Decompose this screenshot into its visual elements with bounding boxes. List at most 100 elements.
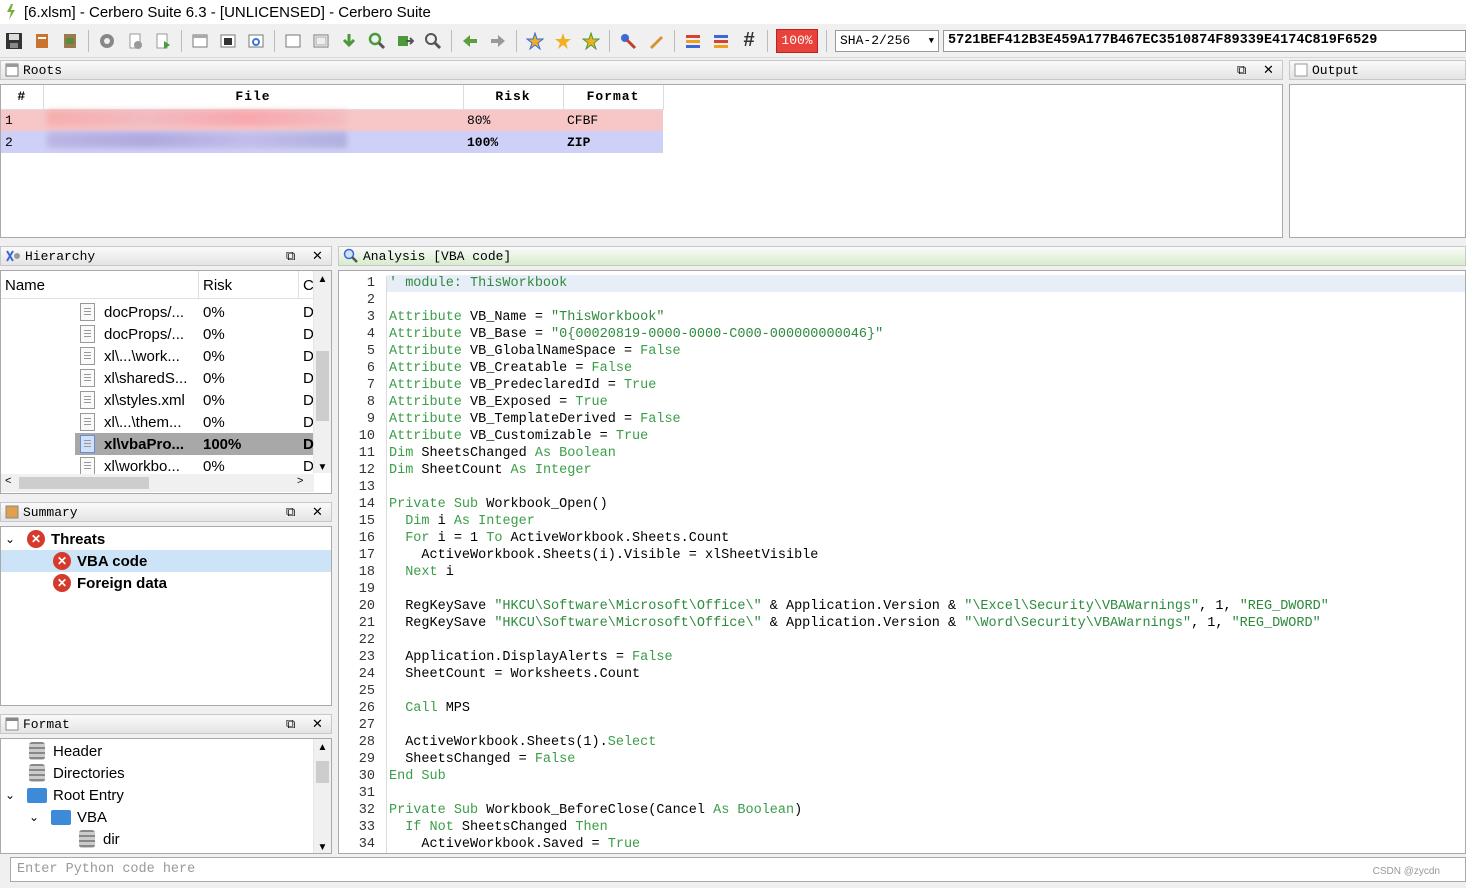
float-panel-icon[interactable]: ⧉ — [286, 504, 295, 520]
tree-item[interactable]: xl\...\work... 0% D — [1, 345, 316, 367]
code-line: 28 ActiveWorkbook.Sheets(1).Select — [339, 735, 656, 752]
star-add-icon[interactable] — [579, 29, 603, 53]
save-window-icon[interactable] — [216, 29, 240, 53]
scroll-up-icon[interactable]: ▲ — [314, 271, 331, 289]
scroll-left-icon[interactable]: < — [5, 475, 11, 487]
redacted-filename — [43, 109, 463, 131]
toolbar-separator — [767, 29, 768, 52]
tools-icon[interactable] — [616, 29, 640, 53]
panel-icon[interactable] — [281, 29, 305, 53]
line-number: 18 — [358, 565, 375, 580]
hex-search-icon[interactable] — [421, 29, 445, 53]
back-arrow-icon[interactable] — [458, 29, 482, 53]
color-bars-alt-icon[interactable] — [709, 29, 733, 53]
threats-node[interactable]: ⌄ ✕ Threats — [5, 528, 105, 550]
line-number: 34 — [358, 837, 375, 852]
output-panel[interactable] — [1289, 84, 1466, 238]
scroll-thumb[interactable] — [19, 477, 149, 489]
toolbar-separator — [181, 29, 182, 52]
code-text: Dim i As Integer — [405, 514, 535, 529]
edit-pencil-icon[interactable] — [644, 29, 668, 53]
save-icon[interactable] — [2, 29, 26, 53]
scroll-right-icon[interactable]: > — [297, 475, 303, 487]
table-row[interactable]: 1 80% CFBF — [1, 109, 663, 131]
tree-item[interactable]: docProps/... 0% D — [1, 323, 316, 345]
tree-item[interactable]: xl\sharedS... 0% D — [1, 367, 316, 389]
roots-panel-title: Roots — [23, 62, 63, 78]
code-line: 21 RegKeySave "HKCU\Software\Microsoft\O… — [339, 616, 1321, 633]
code-editor[interactable]: 1 ' module: ThisWorkbook 2 3 Attribute VB_Na… — [338, 270, 1466, 854]
column-header-format[interactable]: Format — [563, 85, 664, 110]
code-text: Attribute VB_Exposed = True — [389, 395, 608, 410]
star-icon[interactable] — [551, 29, 575, 53]
line-number: 7 — [366, 378, 375, 393]
vertical-scrollbar[interactable]: ▲ ▼ — [313, 271, 331, 473]
tree-item-dir[interactable]: dir — [79, 828, 120, 850]
tree-item-selected[interactable]: xl\vbaPro... 100% D — [1, 433, 316, 455]
refresh-window-icon[interactable] — [244, 29, 268, 53]
summary-icon — [5, 505, 19, 519]
code-text: Dim SheetsChanged As Boolean — [389, 446, 616, 461]
close-panel-icon[interactable]: ✕ — [312, 504, 323, 520]
hash-algorithm-select[interactable]: SHA-2/256 ▼ — [835, 29, 939, 52]
threat-item-foreign-data[interactable]: ✕ Foreign data — [53, 572, 167, 594]
code-line: 14 Private Sub Workbook_Open() — [339, 497, 608, 514]
scroll-thumb[interactable] — [316, 761, 329, 783]
document-run-icon[interactable] — [151, 29, 175, 53]
color-bars-icon[interactable] — [681, 29, 705, 53]
export-icon[interactable] — [393, 29, 417, 53]
close-panel-icon[interactable]: ✕ — [312, 248, 323, 264]
scroll-thumb[interactable] — [316, 351, 329, 421]
document-icon[interactable] — [123, 29, 147, 53]
scroll-down-icon[interactable]: ▼ — [314, 462, 331, 473]
close-panel-icon[interactable]: ✕ — [1263, 62, 1274, 78]
chevron-down-icon[interactable]: ⌄ — [5, 788, 27, 802]
scroll-down-icon[interactable]: ▼ — [314, 842, 331, 853]
tree-item-header[interactable]: Header — [29, 740, 102, 762]
threat-item-vba-code[interactable]: ✕ VBA code — [1, 550, 331, 572]
chevron-down-icon[interactable]: ⌄ — [5, 532, 23, 546]
open-file-icon[interactable] — [30, 29, 54, 53]
panel-alt-icon[interactable] — [309, 29, 333, 53]
hash-value-field[interactable]: 5721BEF412B3E459A177B467EC3510874F89339E… — [943, 29, 1466, 52]
column-header-file[interactable]: File — [43, 85, 464, 110]
bookmark-star-icon[interactable] — [523, 29, 547, 53]
scroll-up-icon[interactable]: ▲ — [314, 739, 331, 757]
column-header-number[interactable]: # — [1, 85, 44, 110]
line-number: 25 — [358, 684, 375, 699]
line-number: 23 — [358, 650, 375, 665]
code-text: Attribute VB_Customizable = True — [389, 429, 649, 444]
float-panel-icon[interactable]: ⧉ — [286, 716, 295, 732]
python-console-input[interactable]: Enter Python code here — [10, 857, 1466, 882]
forward-arrow-icon[interactable] — [486, 29, 510, 53]
chevron-down-icon[interactable]: ⌄ — [29, 810, 51, 824]
close-panel-icon[interactable]: ✕ — [312, 716, 323, 732]
hierarchy-panel-title: Hierarchy — [25, 248, 96, 264]
summary-panel-title: Summary — [23, 504, 78, 520]
tree-item[interactable]: xl\...\them... 0% D — [1, 411, 316, 433]
copy-file-icon[interactable] — [58, 29, 82, 53]
tree-item-directories[interactable]: Directories — [29, 762, 125, 784]
tree-item[interactable]: docProps/... 0% D — [1, 301, 316, 323]
table-row[interactable]: 2 100% ZIP — [1, 131, 663, 153]
download-icon[interactable] — [337, 29, 361, 53]
code-text: If Not SheetsChanged Then — [405, 820, 608, 835]
float-panel-icon[interactable]: ⧉ — [286, 248, 295, 264]
tree-item[interactable]: xl\styles.xml 0% D — [1, 389, 316, 411]
settings-gear-icon[interactable] — [95, 29, 119, 53]
hash-icon[interactable]: # — [737, 29, 761, 53]
window-icon[interactable] — [188, 29, 212, 53]
float-panel-icon[interactable]: ⧉ — [1237, 62, 1246, 78]
line-number: 6 — [366, 361, 375, 376]
column-header-risk[interactable]: Risk — [199, 271, 299, 298]
watermark: CSDN @zycdn — [1372, 866, 1440, 877]
tree-item-vba[interactable]: ⌄ VBA — [29, 806, 107, 828]
search-icon[interactable] — [365, 29, 389, 53]
tree-item-root-entry[interactable]: ⌄ Root Entry — [5, 784, 124, 806]
column-header-name[interactable]: Name — [1, 271, 199, 298]
line-number: 19 — [358, 582, 375, 597]
horizontal-scrollbar[interactable]: < > — [1, 474, 314, 492]
vertical-scrollbar[interactable]: ▲ ▼ — [313, 739, 331, 853]
column-header-risk[interactable]: Risk — [463, 85, 564, 110]
row-number: 2 — [1, 131, 43, 153]
